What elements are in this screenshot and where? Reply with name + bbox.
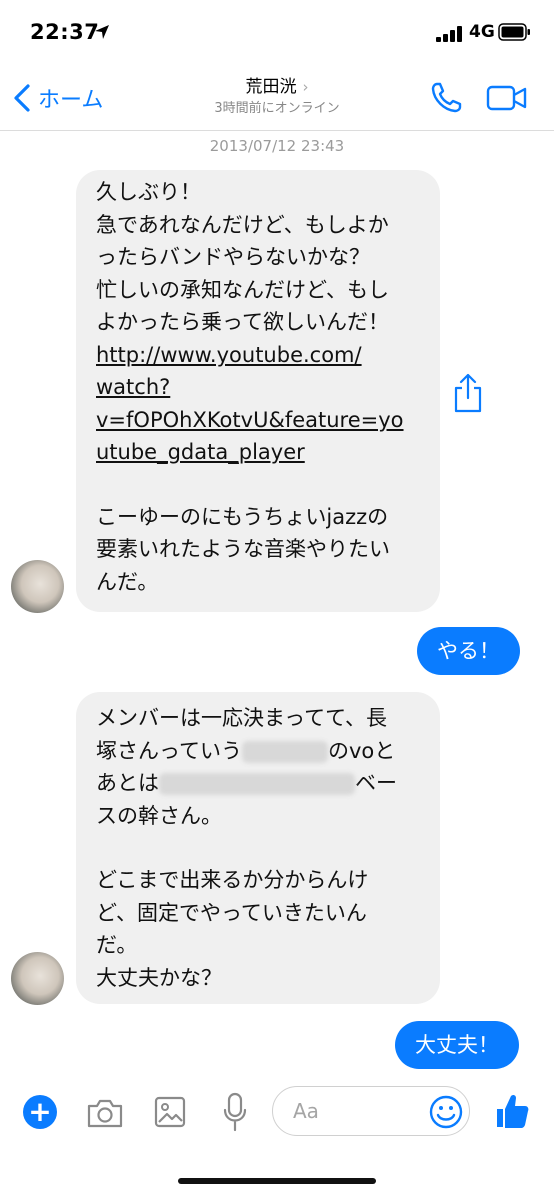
outgoing-message[interactable]: やる！ [417,627,520,675]
message-line: んだ。 [96,569,159,594]
phone-icon[interactable] [428,80,464,116]
message-line: 大丈夫かな？ [96,965,222,990]
avatar[interactable] [11,952,64,1005]
message-line: こーゆーのにもうちょいjazzの [96,504,389,529]
message-fragment: あとは [96,771,159,795]
chevron-right-icon: › [302,78,309,96]
contact-name[interactable]: 荒田洸 › [0,72,554,97]
conversation-header: ホーム 荒田洸 › 3時間前にオンライン [0,64,554,131]
message-line: どこまで出来るか分からんけ [96,868,369,892]
message-line: だ。 [96,933,138,957]
message-line: メンバーは一応決まってて、長 [96,706,388,730]
image-icon[interactable] [154,1096,186,1128]
message-line: 急であれなんだけど、もしよか [96,212,389,237]
incoming-message[interactable]: 久しぶり！ 急であれなんだけど、もしよか ったらバンドやらないかな？ 忙しいの承… [76,170,440,612]
thumbs-up-icon[interactable] [494,1092,530,1130]
message-composer: + Aa [0,1072,554,1152]
battery-icon [498,23,530,41]
message-input-placeholder: Aa [293,1099,319,1123]
message-fragment: のvoと [327,738,396,763]
youtube-link[interactable]: v=fOPOhXKotvU&feature=yo [96,404,420,437]
plus-icon[interactable]: + [23,1095,57,1129]
camera-icon[interactable] [86,1097,124,1129]
signal-icon [436,26,462,42]
message-timestamp: 2013/07/12 23:43 [209,137,345,155]
online-status: 3時間前にオンライン [214,101,340,116]
network-type: 4G [469,22,495,42]
avatar[interactable] [11,560,64,613]
smiley-icon[interactable] [429,1095,463,1129]
message-line: 忙しいの承知なんだけど、もし [96,277,389,302]
message-fragment: 塚さんっていう [96,738,242,763]
message-line: スの幹さん。 [96,803,222,828]
outgoing-message[interactable]: 大丈夫！ [395,1021,519,1069]
youtube-link[interactable]: http://www.youtube.com/ [96,339,420,372]
microphone-icon[interactable] [222,1092,248,1132]
redacted-text [241,740,328,763]
message-line: 塚さんっていう のvoと [96,735,420,768]
message-line: よかったら乗って欲しいんだ！ [96,310,389,334]
incoming-message[interactable]: メンバーは一応決まってて、長 塚さんっていう のvoと あとは ベー スの幹さん。 … [76,692,440,1004]
home-indicator[interactable] [178,1178,376,1184]
message-fragment: ベー [355,771,397,795]
location-arrow-icon [95,25,109,39]
status-bar: 22:37 4G [0,0,554,64]
youtube-link[interactable]: utube_gdata_player [96,436,420,469]
status-time: 22:37 [30,20,100,44]
contact-name-text: 荒田洸 [245,77,297,97]
message-line: ったらバンドやらないかな？ [96,245,371,269]
message-line: あとは ベー [96,767,420,800]
message-line: 久しぶり！ [96,180,201,204]
message-line: 要素いれたような音楽やりたい [96,537,390,561]
message-line: ど、固定でやっていきたいん [96,900,367,925]
youtube-link[interactable]: watch? [96,371,420,404]
video-camera-icon[interactable] [486,84,528,112]
redacted-text [159,773,355,795]
share-icon[interactable] [451,372,485,414]
